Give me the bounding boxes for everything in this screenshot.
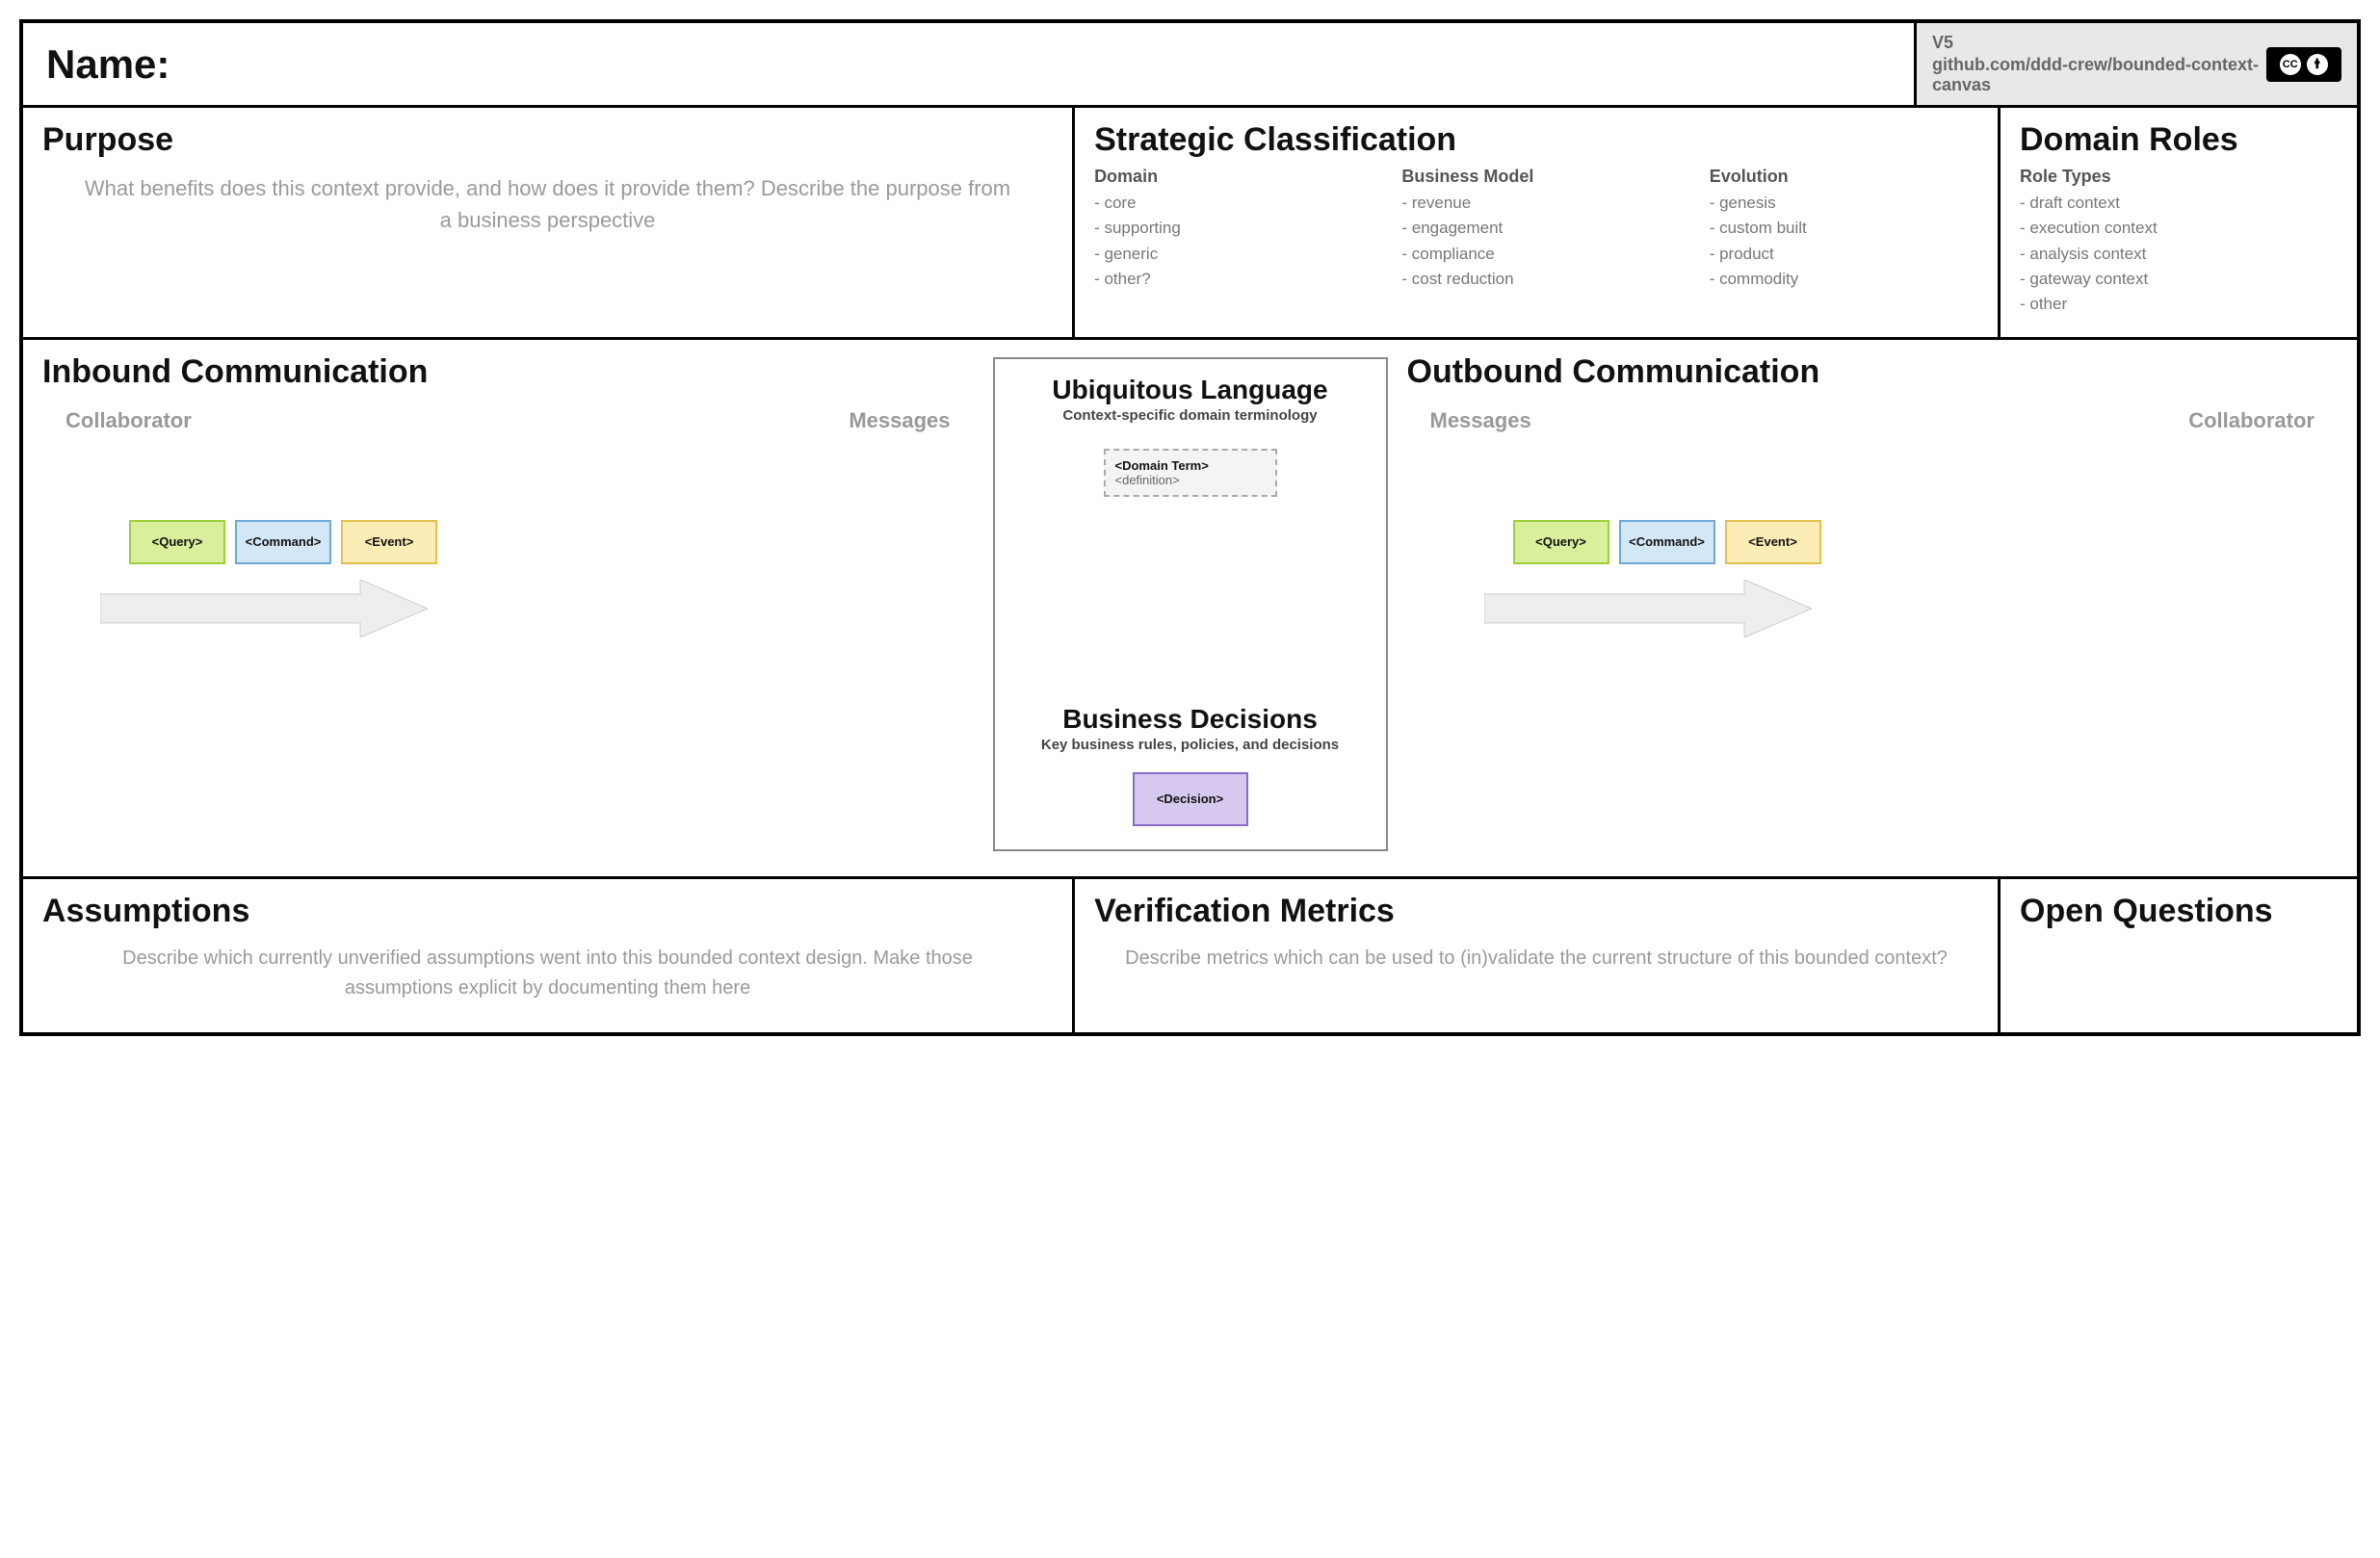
decision-card: <Decision> xyxy=(1133,772,1248,826)
center-column: Ubiquitous Language Context-specific dom… xyxy=(993,340,1388,876)
list-item: - analysis context xyxy=(2020,242,2338,267)
list-item: - cost reduction xyxy=(1401,267,1670,292)
outbound-cell: Outbound Communication Messages Collabor… xyxy=(1388,340,2358,876)
repo-link: github.com/ddd-crew/bounded-context-canv… xyxy=(1932,55,2266,95)
event-tag: <Event> xyxy=(1725,520,1821,564)
strategic-head-domain: Domain xyxy=(1094,167,1363,187)
openq-title: Open Questions xyxy=(2020,893,2338,930)
ubiq-subtitle: Context-specific domain terminology xyxy=(1012,407,1369,424)
center-box: Ubiquitous Language Context-specific dom… xyxy=(993,357,1388,851)
list-item: - product xyxy=(1710,242,1978,267)
outbound-title: Outbound Communication xyxy=(1407,353,2339,391)
list-item: - draft context xyxy=(2020,191,2338,216)
name-cell: Name: xyxy=(23,23,1914,105)
header-row: Name: V5 github.com/ddd-crew/bounded-con… xyxy=(23,23,2357,108)
name-label: Name: xyxy=(46,41,170,88)
roles-subhead: Role Types xyxy=(2020,167,2338,187)
list-item: - revenue xyxy=(1401,191,1670,216)
domain-term-card: <Domain Term> <definition> xyxy=(1104,449,1277,497)
inbound-cell: Inbound Communication Collaborator Messa… xyxy=(23,340,993,876)
list-item: - commodity xyxy=(1710,267,1978,292)
outbound-messages-label: Messages xyxy=(1430,408,1531,433)
roles-title: Domain Roles xyxy=(2020,121,2338,159)
strategic-list-evolution: - genesis - custom built - product - com… xyxy=(1710,191,1978,292)
cc-by-badge-icon: CC 🛉 xyxy=(2266,47,2342,82)
inbound-message-tags: <Query> <Command> <Event> xyxy=(129,520,974,564)
assumptions-title: Assumptions xyxy=(42,893,1053,930)
verification-title: Verification Metrics xyxy=(1094,893,1978,930)
strategic-col-bizmodel: Business Model - revenue - engagement - … xyxy=(1401,167,1670,292)
strategic-list-bizmodel: - revenue - engagement - compliance - co… xyxy=(1401,191,1670,292)
bdec-title: Business Decisions xyxy=(1012,704,1369,735)
top-info-row: Purpose What benefits does this context … xyxy=(23,108,2357,340)
list-item: - gateway context xyxy=(2020,267,2338,292)
verification-cell: Verification Metrics Describe metrics wh… xyxy=(1075,879,2001,1032)
ubiquitous-language-section: Ubiquitous Language Context-specific dom… xyxy=(1012,375,1369,497)
command-tag: <Command> xyxy=(1619,520,1715,564)
strategic-cell: Strategic Classification Domain - core -… xyxy=(1075,108,2001,337)
meta-cell: V5 github.com/ddd-crew/bounded-context-c… xyxy=(1914,23,2357,105)
outbound-arrow-icon xyxy=(1484,580,1812,642)
assumptions-hint: Describe which currently unverified assu… xyxy=(42,938,1053,1009)
inbound-collab-label: Collaborator xyxy=(65,408,192,433)
list-item: - custom built xyxy=(1710,216,1978,241)
communication-row: Inbound Communication Collaborator Messa… xyxy=(23,340,2357,879)
outbound-message-tags: <Query> <Command> <Event> xyxy=(1513,520,2339,564)
list-item: - genesis xyxy=(1710,191,1978,216)
open-questions-cell: Open Questions xyxy=(2001,879,2357,1032)
roles-list: - draft context - execution context - an… xyxy=(2020,191,2338,318)
strategic-title: Strategic Classification xyxy=(1094,121,1978,159)
command-tag: <Command> xyxy=(235,520,331,564)
verification-hint: Describe metrics which can be used to (i… xyxy=(1094,938,1978,979)
list-item: - other xyxy=(2020,292,2338,317)
strategic-head-evolution: Evolution xyxy=(1710,167,1978,187)
bottom-row: Assumptions Describe which currently unv… xyxy=(23,879,2357,1032)
list-item: - compliance xyxy=(1401,242,1670,267)
list-item: - other? xyxy=(1094,267,1363,292)
version-label: V5 xyxy=(1932,33,2266,53)
ubiq-title: Ubiquitous Language xyxy=(1012,375,1369,405)
business-decisions-section: Business Decisions Key business rules, p… xyxy=(1012,704,1369,826)
strategic-col-domain: Domain - core - supporting - generic - o… xyxy=(1094,167,1363,292)
inbound-arrow-icon xyxy=(100,580,428,642)
query-tag: <Query> xyxy=(129,520,225,564)
event-tag: <Event> xyxy=(341,520,437,564)
list-item: - generic xyxy=(1094,242,1363,267)
list-item: - supporting xyxy=(1094,216,1363,241)
outbound-collab-label: Collaborator xyxy=(2188,408,2315,433)
inbound-messages-label: Messages xyxy=(849,408,950,433)
strategic-head-bizmodel: Business Model xyxy=(1401,167,1670,187)
roles-cell: Domain Roles Role Types - draft context … xyxy=(2001,108,2357,337)
list-item: - engagement xyxy=(1401,216,1670,241)
strategic-col-evolution: Evolution - genesis - custom built - pro… xyxy=(1710,167,1978,292)
domain-term-def: <definition> xyxy=(1115,473,1266,487)
purpose-cell: Purpose What benefits does this context … xyxy=(23,108,1075,337)
domain-term-name: <Domain Term> xyxy=(1115,458,1266,473)
assumptions-cell: Assumptions Describe which currently unv… xyxy=(23,879,1075,1032)
query-tag: <Query> xyxy=(1513,520,1609,564)
bdec-subtitle: Key business rules, policies, and decisi… xyxy=(1012,737,1369,753)
strategic-list-domain: - core - supporting - generic - other? xyxy=(1094,191,1363,292)
bounded-context-canvas: Name: V5 github.com/ddd-crew/bounded-con… xyxy=(19,19,2361,1036)
list-item: - execution context xyxy=(2020,216,2338,241)
list-item: - core xyxy=(1094,191,1363,216)
inbound-title: Inbound Communication xyxy=(42,353,974,391)
purpose-title: Purpose xyxy=(42,121,1053,159)
purpose-hint: What benefits does this context provide,… xyxy=(42,167,1053,242)
